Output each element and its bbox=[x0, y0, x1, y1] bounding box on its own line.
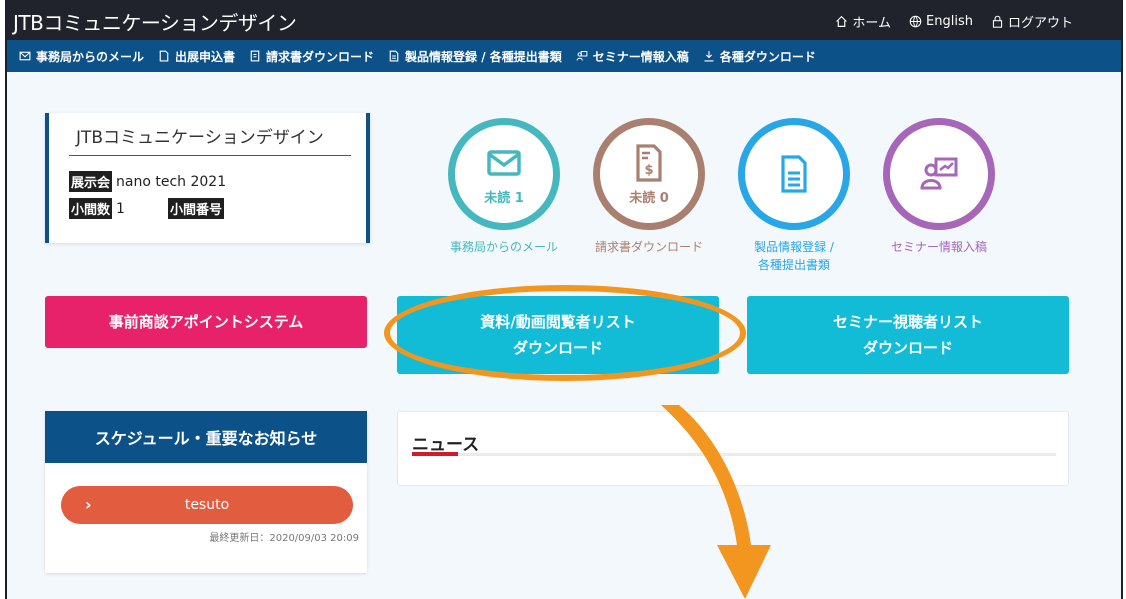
viewer-list-download-button[interactable]: 資料/動画閲覧者リスト ダウンロード bbox=[397, 296, 719, 374]
news-underline-track bbox=[412, 453, 1056, 456]
nav-logout-label: ログアウト bbox=[1007, 16, 1073, 31]
exhibition-value: nano tech 2021 bbox=[116, 173, 227, 190]
lock-icon bbox=[992, 15, 1003, 28]
svg-text:$: $ bbox=[644, 163, 653, 178]
top-nav: ホーム English ログアウト bbox=[835, 12, 1073, 31]
company-name: JTBコミュニケーションデザイン bbox=[76, 128, 324, 148]
subnav-product-info[interactable]: 製品情報登録 / 各種提出書類 bbox=[388, 48, 562, 65]
schedule-item-button[interactable]: › tesuto bbox=[61, 486, 353, 524]
nav-home[interactable]: ホーム bbox=[835, 12, 891, 31]
sub-nav-bar: 事務局からのメール 出展申込書 請求書ダウンロード 製品情報登録 / 各種提出書… bbox=[7, 40, 1121, 72]
subnav-mail-label: 事務局からのメール bbox=[36, 49, 145, 64]
tile-invoice-label: 請求書ダウンロード bbox=[594, 240, 703, 254]
divider bbox=[69, 155, 351, 156]
tile-seminar-label: セミナー情報入稿 bbox=[890, 240, 987, 254]
subnav-downloads[interactable]: 各種ダウンロード bbox=[703, 48, 816, 65]
presentation-icon bbox=[576, 51, 588, 61]
tile-product-info-label: 製品情報登録 / 各種提出書類 bbox=[719, 238, 869, 274]
nav-english-label: English bbox=[926, 14, 973, 29]
booth-row: 小間数 1 小間番号 bbox=[69, 198, 228, 219]
download-icon bbox=[704, 51, 714, 62]
exhibitor-info-card: JTBコミュニケーションデザイン 展示会 nano tech 2021 小間数 … bbox=[45, 113, 370, 243]
tile-invoice-circle[interactable]: $ 未読 0 bbox=[593, 118, 705, 230]
subnav-downloads-label: 各種ダウンロード bbox=[719, 49, 816, 64]
document-icon bbox=[781, 155, 807, 193]
subnav-mail[interactable]: 事務局からのメール bbox=[19, 48, 144, 65]
mail-unread-badge: 未読 1 bbox=[484, 190, 524, 206]
top-bar: JTBコミュニケーションデザイン ホーム English ログアウト bbox=[7, 0, 1121, 40]
nav-logout[interactable]: ログアウト bbox=[991, 12, 1073, 31]
seminar-list-label-line1: セミナー視聴者リスト bbox=[832, 313, 983, 331]
exhibition-tag: 展示会 bbox=[69, 171, 113, 192]
tile-mail[interactable]: 未読 1 事務局からのメール bbox=[429, 118, 579, 256]
mail-icon bbox=[19, 51, 31, 61]
tile-product-info[interactable]: 製品情報登録 / 各種提出書類 bbox=[719, 118, 869, 274]
schedule-item-label: tesuto bbox=[184, 497, 230, 513]
tile-invoice[interactable]: $ 未読 0 請求書ダウンロード bbox=[574, 118, 724, 256]
tile-seminar[interactable]: セミナー情報入稿 bbox=[864, 118, 1014, 256]
presentation-icon bbox=[920, 157, 958, 190]
appointment-system-label: 事前商談アポイントシステム bbox=[108, 313, 304, 331]
subnav-application[interactable]: 出展申込書 bbox=[158, 48, 235, 65]
appointment-system-button[interactable]: 事前商談アポイントシステム bbox=[45, 296, 367, 348]
subnav-application-label: 出展申込書 bbox=[175, 49, 236, 64]
viewer-list-label-line2: ダウンロード bbox=[512, 339, 603, 357]
booth-count-value: 1 bbox=[116, 200, 125, 217]
brand-title: JTBコミュニケーションデザイン bbox=[13, 11, 297, 35]
subnav-seminar-label: セミナー情報入稿 bbox=[592, 49, 689, 64]
tile-product-info-label-line1: 製品情報登録 / bbox=[754, 240, 834, 254]
tile-product-info-label-line2: 各種提出書類 bbox=[757, 258, 830, 272]
seminar-list-download-button[interactable]: セミナー視聴者リスト ダウンロード bbox=[747, 296, 1069, 374]
nav-english[interactable]: English bbox=[909, 12, 973, 31]
seminar-list-label-line2: ダウンロード bbox=[862, 339, 953, 357]
booth-count-tag: 小間数 bbox=[69, 198, 113, 219]
invoice-icon bbox=[250, 50, 260, 62]
schedule-title: スケジュール・重要なお知らせ bbox=[45, 411, 367, 463]
news-underline-accent bbox=[412, 452, 458, 456]
tile-seminar-circle[interactable] bbox=[883, 118, 995, 230]
document-icon bbox=[159, 50, 169, 62]
subnav-product-info-label: 製品情報登録 / 各種提出書類 bbox=[405, 49, 562, 64]
invoice-icon: $ bbox=[636, 143, 662, 182]
tile-mail-label: 事務局からのメール bbox=[449, 240, 558, 254]
viewer-list-label-line1: 資料/動画閲覧者リスト bbox=[480, 313, 636, 331]
home-icon bbox=[836, 15, 848, 27]
subnav-seminar[interactable]: セミナー情報入稿 bbox=[576, 48, 689, 65]
nav-home-label: ホーム bbox=[852, 16, 892, 31]
globe-icon bbox=[909, 15, 922, 28]
last-updated-text: 最終更新日：2020/09/03 20:09 bbox=[209, 533, 359, 544]
tile-product-info-circle[interactable] bbox=[738, 118, 850, 230]
app-frame: JTBコミュニケーションデザイン ホーム English ログアウト 事務局から… bbox=[5, 0, 1123, 599]
envelope-icon bbox=[487, 149, 521, 176]
invoice-unread-badge: 未読 0 bbox=[629, 190, 669, 206]
exhibition-row: 展示会 nano tech 2021 bbox=[69, 171, 226, 192]
file-icon bbox=[389, 50, 399, 62]
booth-number-tag: 小間番号 bbox=[168, 198, 225, 219]
subnav-invoice-label: 請求書ダウンロード bbox=[266, 49, 375, 64]
schedule-panel: スケジュール・重要なお知らせ › tesuto 最終更新日：2020/09/03… bbox=[45, 411, 367, 573]
news-panel: ニュース bbox=[397, 411, 1069, 486]
chevron-right-icon: › bbox=[85, 495, 92, 514]
tile-mail-circle[interactable]: 未読 1 bbox=[448, 118, 560, 230]
subnav-invoice[interactable]: 請求書ダウンロード bbox=[249, 48, 374, 65]
